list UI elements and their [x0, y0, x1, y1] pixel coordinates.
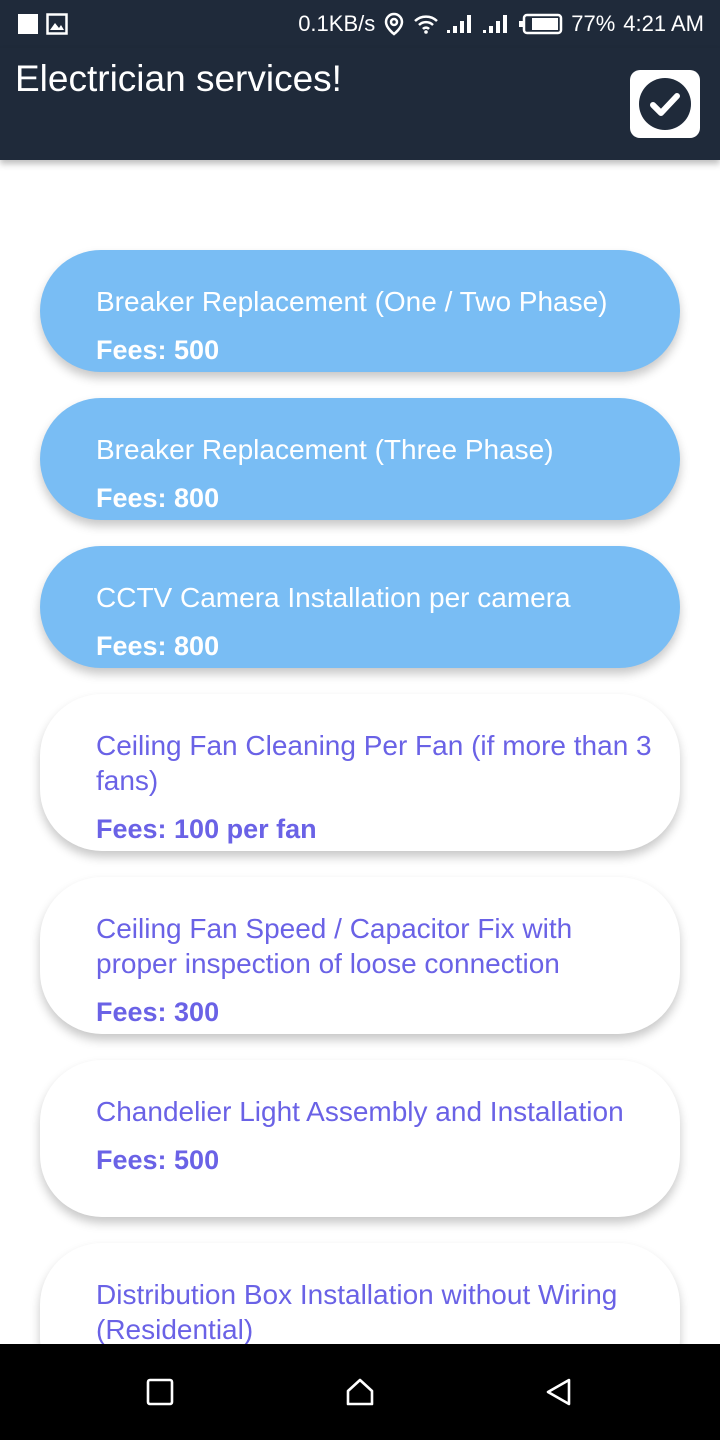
service-fee: Fees: 800 [96, 631, 220, 661]
service-fee: Fees: 500 [96, 335, 220, 365]
service-title: Ceiling Fan Cleaning Per Fan (if more th… [96, 730, 652, 796]
service-title: Breaker Replacement (Three Phase) [96, 434, 554, 465]
service-card[interactable]: Distribution Box Installation without Wi… [40, 1243, 680, 1344]
service-fee: Fees: 800 [96, 483, 220, 513]
service-card[interactable]: Ceiling Fan Cleaning Per Fan (if more th… [40, 694, 680, 851]
home-button[interactable] [340, 1372, 380, 1412]
service-fee: Fees: 100 per fan [96, 814, 317, 844]
home-icon [346, 1378, 374, 1406]
network-speed: 0.1KB/s [298, 11, 376, 36]
service-title: Breaker Replacement (One / Two Phase) [96, 286, 608, 317]
battery-icon [519, 13, 563, 35]
back-button[interactable] [538, 1372, 578, 1412]
signal-2-icon [483, 14, 511, 34]
square-icon [146, 1378, 174, 1406]
service-title: Distribution Box Installation without Wi… [96, 1279, 618, 1344]
notification-square-icon [18, 14, 38, 34]
service-fee: Fees: 300 [96, 997, 220, 1027]
status-bar: 0.1KB/s 77% 4:21 AM [0, 0, 720, 48]
wifi-icon [413, 13, 439, 35]
services-list[interactable]: Breaker Replacement (One / Two Phase) Fe… [0, 160, 720, 1344]
service-title: Ceiling Fan Speed / Capacitor Fix with p… [96, 913, 573, 979]
app-bar: Electrician services! [0, 48, 720, 160]
service-card[interactable]: Chandelier Light Assembly and Installati… [40, 1060, 680, 1217]
check-circle-icon [639, 78, 691, 130]
service-card[interactable]: CCTV Camera Installation per camera Fees… [40, 546, 680, 668]
page-title: Electrician services! [15, 58, 342, 99]
service-card[interactable]: Breaker Replacement (Three Phase) Fees: … [40, 398, 680, 520]
service-title: Chandelier Light Assembly and Installati… [96, 1096, 624, 1127]
signal-1-icon [447, 14, 475, 34]
recents-button[interactable] [140, 1372, 180, 1412]
image-notification-icon [46, 13, 68, 35]
confirm-button[interactable] [630, 70, 700, 138]
service-card[interactable]: Breaker Replacement (One / Two Phase) Fe… [40, 250, 680, 372]
battery-level: 77% [571, 11, 616, 36]
service-card[interactable]: Ceiling Fan Speed / Capacitor Fix with p… [40, 877, 680, 1034]
system-nav-bar [0, 1344, 720, 1440]
back-triangle-icon [546, 1378, 571, 1406]
location-icon [383, 12, 405, 36]
service-title: CCTV Camera Installation per camera [96, 582, 571, 613]
clock: 4:21 AM [623, 11, 704, 36]
service-fee: Fees: 500 [96, 1145, 220, 1175]
